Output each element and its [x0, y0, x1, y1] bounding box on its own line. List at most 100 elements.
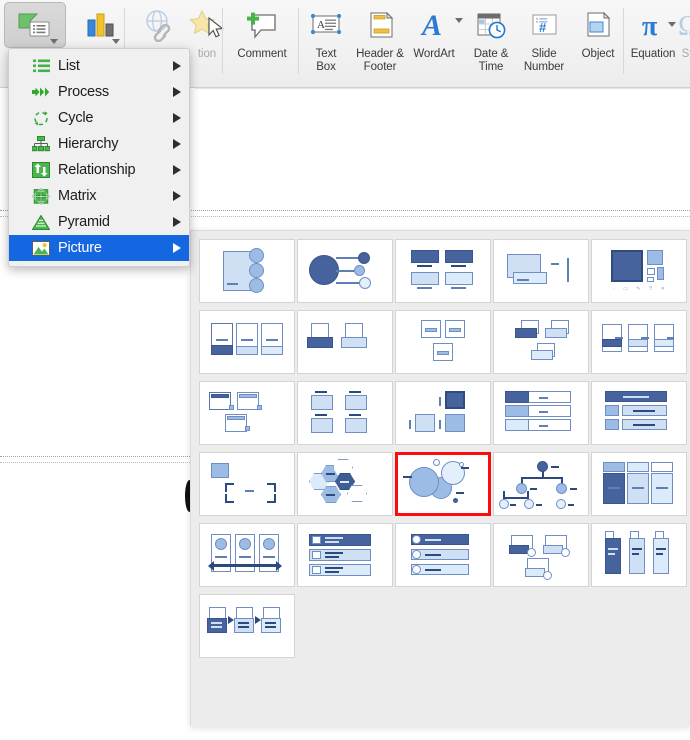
- chart-button[interactable]: [70, 2, 132, 48]
- comment-plus-icon: [242, 2, 282, 48]
- menu-item-label: Hierarchy: [58, 136, 119, 152]
- object-button[interactable]: Object: [574, 2, 622, 61]
- object-button-label: Object: [581, 48, 615, 60]
- wordart-chevron-down-icon[interactable]: [455, 18, 463, 23]
- ribbon-divider-3: [298, 8, 299, 74]
- gallery-item-picture-accent-list[interactable]: [199, 381, 295, 445]
- chevron-right-icon: [173, 87, 181, 97]
- chevron-right-icon: [173, 217, 181, 227]
- svg-text:A: A: [420, 9, 442, 42]
- matrix-icon: [31, 187, 51, 205]
- menu-item-hierarchy[interactable]: Hierarchy: [9, 131, 189, 157]
- gallery-item-vertical-picture-list[interactable]: [297, 523, 393, 587]
- smartart-type-menu: List Process Cycle Hierarchy Relationshi…: [8, 48, 190, 267]
- gallery-item-picture-grid[interactable]: [395, 381, 491, 445]
- action-button-label: tion: [197, 48, 217, 60]
- gallery-item-bubble-picture-accent[interactable]: [395, 523, 491, 587]
- gallery-item-sequential-picture-process[interactable]: [199, 594, 295, 658]
- date-time-button[interactable]: Date & Time: [466, 2, 516, 73]
- menu-item-label: List: [58, 58, 80, 74]
- smartart-icon: [15, 2, 55, 48]
- picture-icon: [31, 239, 51, 257]
- gallery-item-accented-picture[interactable]: [199, 239, 295, 303]
- slide-number-button[interactable]: # Slide Number: [513, 2, 575, 73]
- gallery-item-picture-accent-blocks[interactable]: [591, 310, 687, 374]
- chevron-right-icon: [173, 113, 181, 123]
- gallery-item-hexagon-cluster[interactable]: [493, 310, 589, 374]
- menu-item-label: Cycle: [58, 110, 94, 126]
- gallery-item-bubble-picture-list[interactable]: [395, 239, 491, 303]
- gallery-item-bending-picture-accent-list[interactable]: [297, 239, 393, 303]
- chevron-right-icon: [173, 191, 181, 201]
- cycle-icon: [31, 109, 51, 127]
- gallery-item-alternating-picture-circles[interactable]: [493, 452, 589, 516]
- symbol-button-label: Sym: [681, 48, 690, 60]
- menu-item-cycle[interactable]: Cycle: [9, 105, 189, 131]
- powerpoint-insert-ribbon-screen: tion Comment A Text Box Header & Footer …: [0, 0, 690, 740]
- menu-item-matrix[interactable]: Matrix: [9, 183, 189, 209]
- menu-item-relationship[interactable]: Relationship: [9, 157, 189, 183]
- menu-item-list[interactable]: List: [9, 53, 189, 79]
- list-icon: [31, 57, 51, 75]
- menu-item-pyramid[interactable]: Pyramid: [9, 209, 189, 235]
- chart-chevron-down-icon[interactable]: [112, 39, 120, 44]
- gallery-item-picture-strips[interactable]: [591, 381, 687, 445]
- text-box-button-label: Text Box: [315, 48, 337, 73]
- smartart-chevron-down-icon[interactable]: [50, 39, 58, 44]
- chevron-right-icon: [173, 61, 181, 71]
- gallery-item-vertical-picture-accent-list[interactable]: [199, 523, 295, 587]
- relationship-icon: [31, 161, 51, 179]
- svg-text:Ω: Ω: [678, 11, 690, 42]
- object-icon: [578, 2, 618, 48]
- equation-pi-icon: π: [633, 2, 673, 48]
- hyperlink-globe-icon: [140, 2, 180, 48]
- gallery-item-circular-picture-callout[interactable]: · ▭ ✎ ⠿ ✕: [591, 239, 687, 303]
- symbol-icon: Ω: [678, 2, 690, 48]
- chevron-right-icon: [173, 243, 181, 253]
- symbol-button[interactable]: Ω Sym: [676, 2, 690, 61]
- wordart-button-label: WordArt: [413, 48, 455, 60]
- wordart-button[interactable]: A WordArt: [407, 2, 461, 61]
- gallery-item-framed-text-picture[interactable]: [395, 310, 491, 374]
- menu-item-label: Process: [58, 84, 109, 100]
- gallery-item-radial-picture-list[interactable]: [199, 452, 295, 516]
- date-time-icon: [471, 2, 511, 48]
- hierarchy-icon: [31, 135, 51, 153]
- header-footer-icon: [360, 2, 400, 48]
- chevron-right-icon: [173, 139, 181, 149]
- slide-number-icon: #: [524, 2, 564, 48]
- gallery-item-picture-organization-chart[interactable]: [493, 523, 589, 587]
- gallery-item-title-picture-lineup[interactable]: [591, 452, 687, 516]
- gallery-item-snapshot-picture-list[interactable]: [297, 452, 393, 516]
- menu-item-label: Pyramid: [58, 214, 110, 230]
- equation-chevron-down-icon[interactable]: [668, 22, 676, 27]
- gallery-item-descending-picture-blocks[interactable]: [297, 310, 393, 374]
- gallery-item-picture-caption-list[interactable]: [297, 381, 393, 445]
- comment-button[interactable]: Comment: [228, 2, 296, 61]
- header-footer-button-label: Header & Footer: [356, 48, 404, 73]
- menu-item-label: Picture: [58, 240, 102, 256]
- menu-item-label: Matrix: [58, 188, 97, 204]
- header-footer-button[interactable]: Header & Footer: [350, 2, 410, 73]
- text-box-button[interactable]: A Text Box: [303, 2, 349, 73]
- ribbon-divider-2: [222, 8, 223, 74]
- equation-button-label: Equation: [630, 48, 676, 60]
- gallery-item-continuous-picture-list[interactable]: [199, 310, 295, 374]
- gallery-item-spiral-picture[interactable]: [395, 452, 491, 516]
- menu-item-label: Relationship: [58, 162, 136, 178]
- text-box-icon: A: [306, 2, 346, 48]
- chevron-right-icon: [173, 165, 181, 175]
- canvas-top-divider: [195, 88, 690, 89]
- gallery-item-picture-lineup[interactable]: [493, 381, 589, 445]
- comment-button-label: Comment: [237, 48, 287, 60]
- gallery-item-theme-picture-alternating[interactable]: [591, 523, 687, 587]
- menu-item-process[interactable]: Process: [9, 79, 189, 105]
- ribbon-divider-4: [623, 8, 624, 74]
- wordart-a-icon: A: [414, 2, 454, 48]
- smartart-picture-gallery: · ▭ ✎ ⠿ ✕: [190, 230, 690, 726]
- equation-button[interactable]: π Equation: [626, 2, 680, 61]
- gallery-item-captioned-pictures[interactable]: [493, 239, 589, 303]
- pyramid-icon: [31, 213, 51, 231]
- process-icon: [31, 83, 51, 101]
- menu-item-picture[interactable]: Picture: [9, 235, 189, 261]
